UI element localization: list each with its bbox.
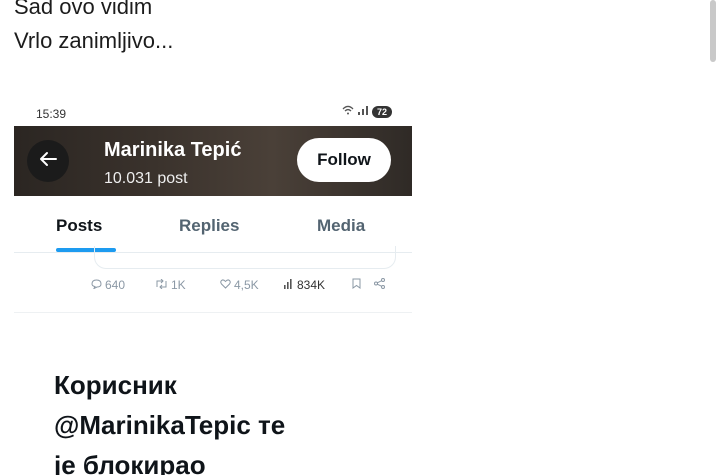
share-action[interactable] — [374, 278, 385, 292]
share-icon — [374, 278, 385, 292]
tweet-actions: 640 1K 4,5K 834K — [14, 278, 412, 298]
post-text-line-1: Sad ovo vidim — [14, 0, 153, 19]
blocked-line-1: Корисник — [54, 370, 177, 400]
battery-badge: 72 — [371, 105, 392, 118]
signal-icon — [357, 105, 368, 118]
like-icon — [220, 278, 231, 292]
repost-action[interactable]: 1K — [155, 278, 186, 292]
profile-header: Marinika Tepić 10.031 post Follow — [14, 126, 412, 196]
scrollbar[interactable] — [710, 0, 716, 62]
bookmark-icon — [352, 278, 361, 292]
post-count: 10.031 post — [104, 170, 188, 187]
quoted-card-edge — [94, 246, 396, 269]
tab-media[interactable]: Media — [317, 216, 365, 236]
status-bar: 15:39 72 — [14, 98, 412, 126]
reply-action[interactable]: 640 — [91, 278, 125, 292]
reply-count: 640 — [105, 278, 126, 292]
repost-count: 1K — [171, 278, 186, 292]
post-text-line-2: Vrlo zanimljivo... — [14, 28, 174, 53]
status-time: 15:39 — [36, 107, 67, 121]
views-icon — [284, 278, 294, 292]
embedded-screenshot: 15:39 72 Marinika Tepić 10.031 post Foll… — [14, 98, 412, 475]
profile-name: Marinika Tepić — [104, 139, 242, 161]
views-action[interactable]: 834K — [284, 278, 325, 292]
wifi-icon — [342, 105, 354, 118]
divider — [14, 312, 412, 313]
back-arrow-icon — [39, 151, 57, 172]
reply-icon — [91, 278, 102, 292]
status-icons: 72 — [342, 105, 392, 118]
like-action[interactable]: 4,5K — [220, 278, 259, 292]
post-text: Sad ovo vidim Vrlo zanimljivo... — [14, 0, 173, 58]
bookmark-action[interactable] — [352, 278, 361, 292]
profile-tabs: Posts Replies Media — [14, 196, 412, 253]
back-button[interactable] — [27, 140, 69, 182]
tab-replies[interactable]: Replies — [179, 216, 239, 236]
views-count: 834K — [297, 278, 326, 292]
tab-posts[interactable]: Posts — [56, 216, 102, 236]
blocked-message: Корисник @MarinikaTepic те је блокирао — [54, 365, 285, 475]
blocked-line-2: @MarinikaTepic те — [54, 410, 286, 440]
repost-icon — [155, 278, 168, 292]
blocked-line-3: је блокирао — [54, 450, 206, 475]
like-count: 4,5K — [234, 278, 259, 292]
follow-button[interactable]: Follow — [297, 138, 391, 182]
